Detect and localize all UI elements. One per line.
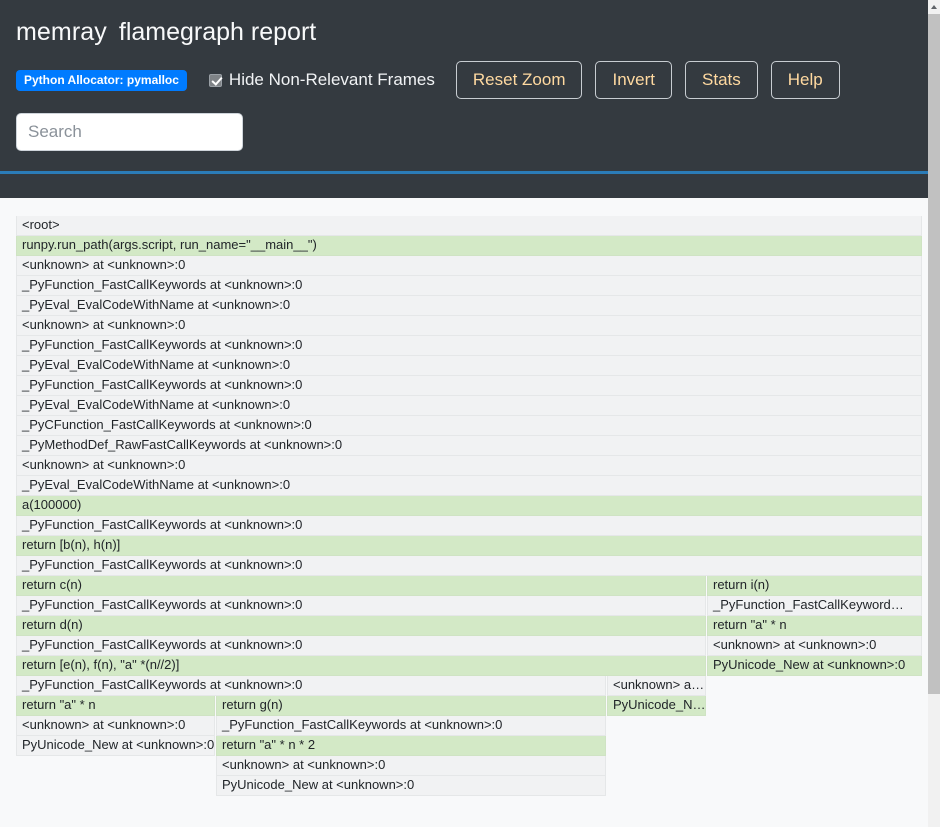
header-divider (0, 171, 940, 174)
flamegraph-frame[interactable]: return g(n) (216, 696, 606, 716)
search-input[interactable] (16, 113, 243, 151)
flamegraph-frame[interactable]: return "a" * n * 2 (216, 736, 606, 756)
flamegraph-frame[interactable]: _PyFunction_FastCallKeywords at <unknown… (16, 556, 922, 576)
flamegraph-frame[interactable]: PyUnicode_New at <unknown>:0 (16, 736, 215, 756)
flamegraph-frame[interactable]: <unknown> at <unknown>:0 (16, 456, 922, 476)
scroll-up-arrow-icon[interactable] (928, 0, 940, 13)
flamegraph-frame[interactable]: <unknown> at <unknown>:0 (16, 256, 922, 276)
flamegraph-frame[interactable]: _PyFunction_FastCallKeywords at <unknown… (16, 516, 922, 536)
flamegraph-frame[interactable]: _PyFunction_FastCallKeywords at <unknown… (16, 336, 922, 356)
flamegraph-frame[interactable]: <root> (16, 216, 922, 236)
flamegraph-frame[interactable]: _PyFunction_FastCallKeywords at <unknown… (16, 636, 706, 656)
flamegraph-frame[interactable]: _PyFunction_FastCallKeywords at <unknown… (16, 376, 922, 396)
flamegraph-area: <root> runpy.run_path(args.script, run_na… (0, 198, 928, 827)
flamegraph-frame[interactable]: return "a" * n (707, 616, 922, 636)
flamegraph-frame[interactable]: _PyEval_EvalCodeWithName at <unknown>:0 (16, 296, 922, 316)
flamegraph-frame[interactable]: return "a" * n (16, 696, 215, 716)
flamegraph-frame[interactable]: <unknown> at <unknown>:0 (16, 316, 922, 336)
hide-non-relevant-frames-toggle[interactable]: Hide Non-Relevant Frames (208, 70, 435, 90)
flamegraph-frame[interactable]: _PyFunction_FastCallKeywords at <unknown… (16, 676, 606, 696)
hide-non-relevant-frames-label: Hide Non-Relevant Frames (228, 70, 435, 89)
flamegraph-frame[interactable]: _PyCFunction_FastCallKeywords at <unknow… (16, 416, 922, 436)
flamegraph-frame[interactable]: <unknown> at <unknown>:0 (16, 716, 215, 736)
stats-button[interactable]: Stats (685, 61, 758, 99)
flamegraph-canvas[interactable]: <root> runpy.run_path(args.script, run_na… (16, 216, 924, 816)
title-row: memray flamegraph report (16, 0, 912, 47)
page-title: flamegraph report (118, 18, 317, 46)
controls-row: Python Allocator: pymalloc Hide Non-Rele… (16, 61, 912, 99)
app-header: memray flamegraph report Python Allocato… (0, 0, 940, 198)
scrollbar-thumb[interactable] (928, 14, 940, 694)
flamegraph-frame[interactable]: PyUnicode_N… (607, 696, 706, 716)
flamegraph-frame[interactable]: <unknown> a… (607, 676, 706, 696)
flamegraph-frame[interactable]: _PyEval_EvalCodeWithName at <unknown>:0 (16, 476, 922, 496)
reset-zoom-button[interactable]: Reset Zoom (455, 61, 583, 99)
flamegraph-frame[interactable]: return [b(n), h(n)] (16, 536, 922, 556)
invert-button[interactable]: Invert (595, 61, 673, 99)
flamegraph-frame[interactable]: return i(n) (707, 576, 922, 596)
flamegraph-frame[interactable]: _PyFunction_FastCallKeywords at <unknown… (16, 276, 922, 296)
python-allocator-badge: Python Allocator: pymalloc (16, 69, 187, 91)
checkbox-icon[interactable] (208, 73, 222, 87)
flamegraph-frame[interactable]: a(100000) (16, 496, 922, 516)
flamegraph-frame[interactable]: return d(n) (16, 616, 706, 636)
flamegraph-frame[interactable]: runpy.run_path(args.script, run_name="__… (16, 236, 922, 256)
flamegraph-frame[interactable]: _PyMethodDef_RawFastCallKeywords at <unk… (16, 436, 922, 456)
search-row (16, 113, 912, 151)
flamegraph-frame[interactable]: _PyFunction_FastCallKeyword… (707, 596, 922, 616)
flamegraph-frame[interactable]: _PyEval_EvalCodeWithName at <unknown>:0 (16, 356, 922, 376)
flamegraph-frame[interactable]: <unknown> at <unknown>:0 (216, 756, 606, 776)
help-button[interactable]: Help (770, 61, 840, 99)
flamegraph-frame[interactable]: _PyEval_EvalCodeWithName at <unknown>:0 (16, 396, 922, 416)
flamegraph-frame[interactable]: PyUnicode_New at <unknown>:0 (216, 776, 606, 796)
flamegraph-frame[interactable]: return c(n) (16, 576, 706, 596)
flamegraph-frame[interactable]: <unknown> at <unknown>:0 (707, 636, 922, 656)
flamegraph-frame[interactable]: _PyFunction_FastCallKeywords at <unknown… (16, 596, 706, 616)
flamegraph-frame[interactable]: _PyFunction_FastCallKeywords at <unknown… (216, 716, 606, 736)
app-brand: memray (16, 18, 107, 46)
flamegraph-frame[interactable]: return [e(n), f(n), "a" *(n//2)] (16, 656, 706, 676)
flamegraph-frame[interactable]: PyUnicode_New at <unknown>:0 (707, 656, 922, 676)
vertical-scrollbar[interactable] (928, 0, 940, 827)
